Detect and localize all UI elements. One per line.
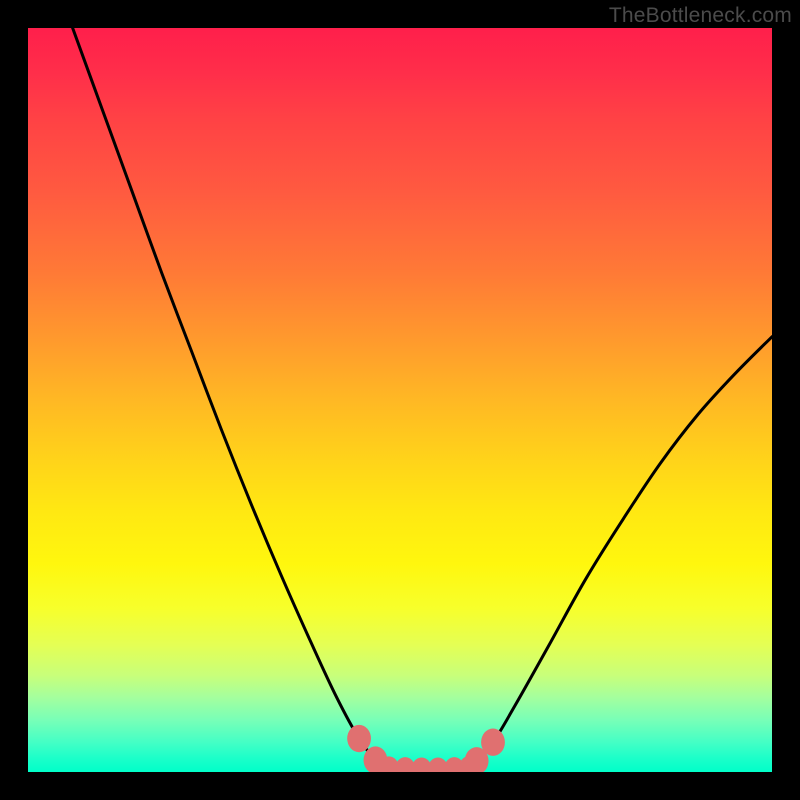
watermark-text: TheBottleneck.com	[609, 4, 792, 28]
right-curve	[474, 337, 772, 763]
outer-frame: TheBottleneck.com	[0, 0, 800, 800]
plot-area	[28, 28, 772, 772]
bead-markers	[347, 725, 505, 772]
left-bead-upper	[347, 725, 371, 752]
left-curve	[73, 28, 378, 763]
curve-layer	[28, 28, 772, 772]
